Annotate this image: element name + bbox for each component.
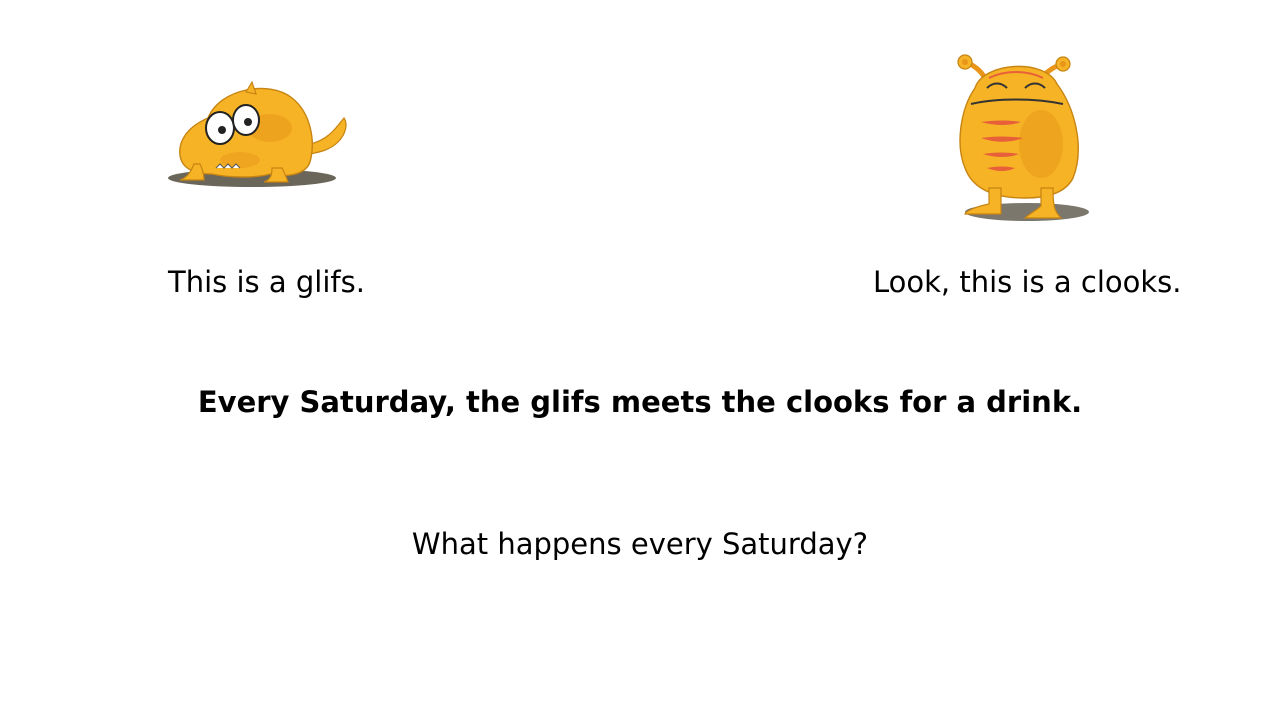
glifs-tail <box>309 116 347 155</box>
slide: This is a glifs. Look, this is a clooks.… <box>0 0 1280 720</box>
clooks-illustration-icon <box>957 54 1089 221</box>
saturday-statement: Every Saturday, the glifs meets the cloo… <box>197 385 1083 419</box>
glifs-caption: This is a glifs. <box>168 265 365 299</box>
clooks-caption: Look, this is a clooks. <box>873 265 1182 299</box>
comprehension-question: What happens every Saturday? <box>411 527 869 561</box>
glifs-illustration-icon <box>168 80 347 187</box>
